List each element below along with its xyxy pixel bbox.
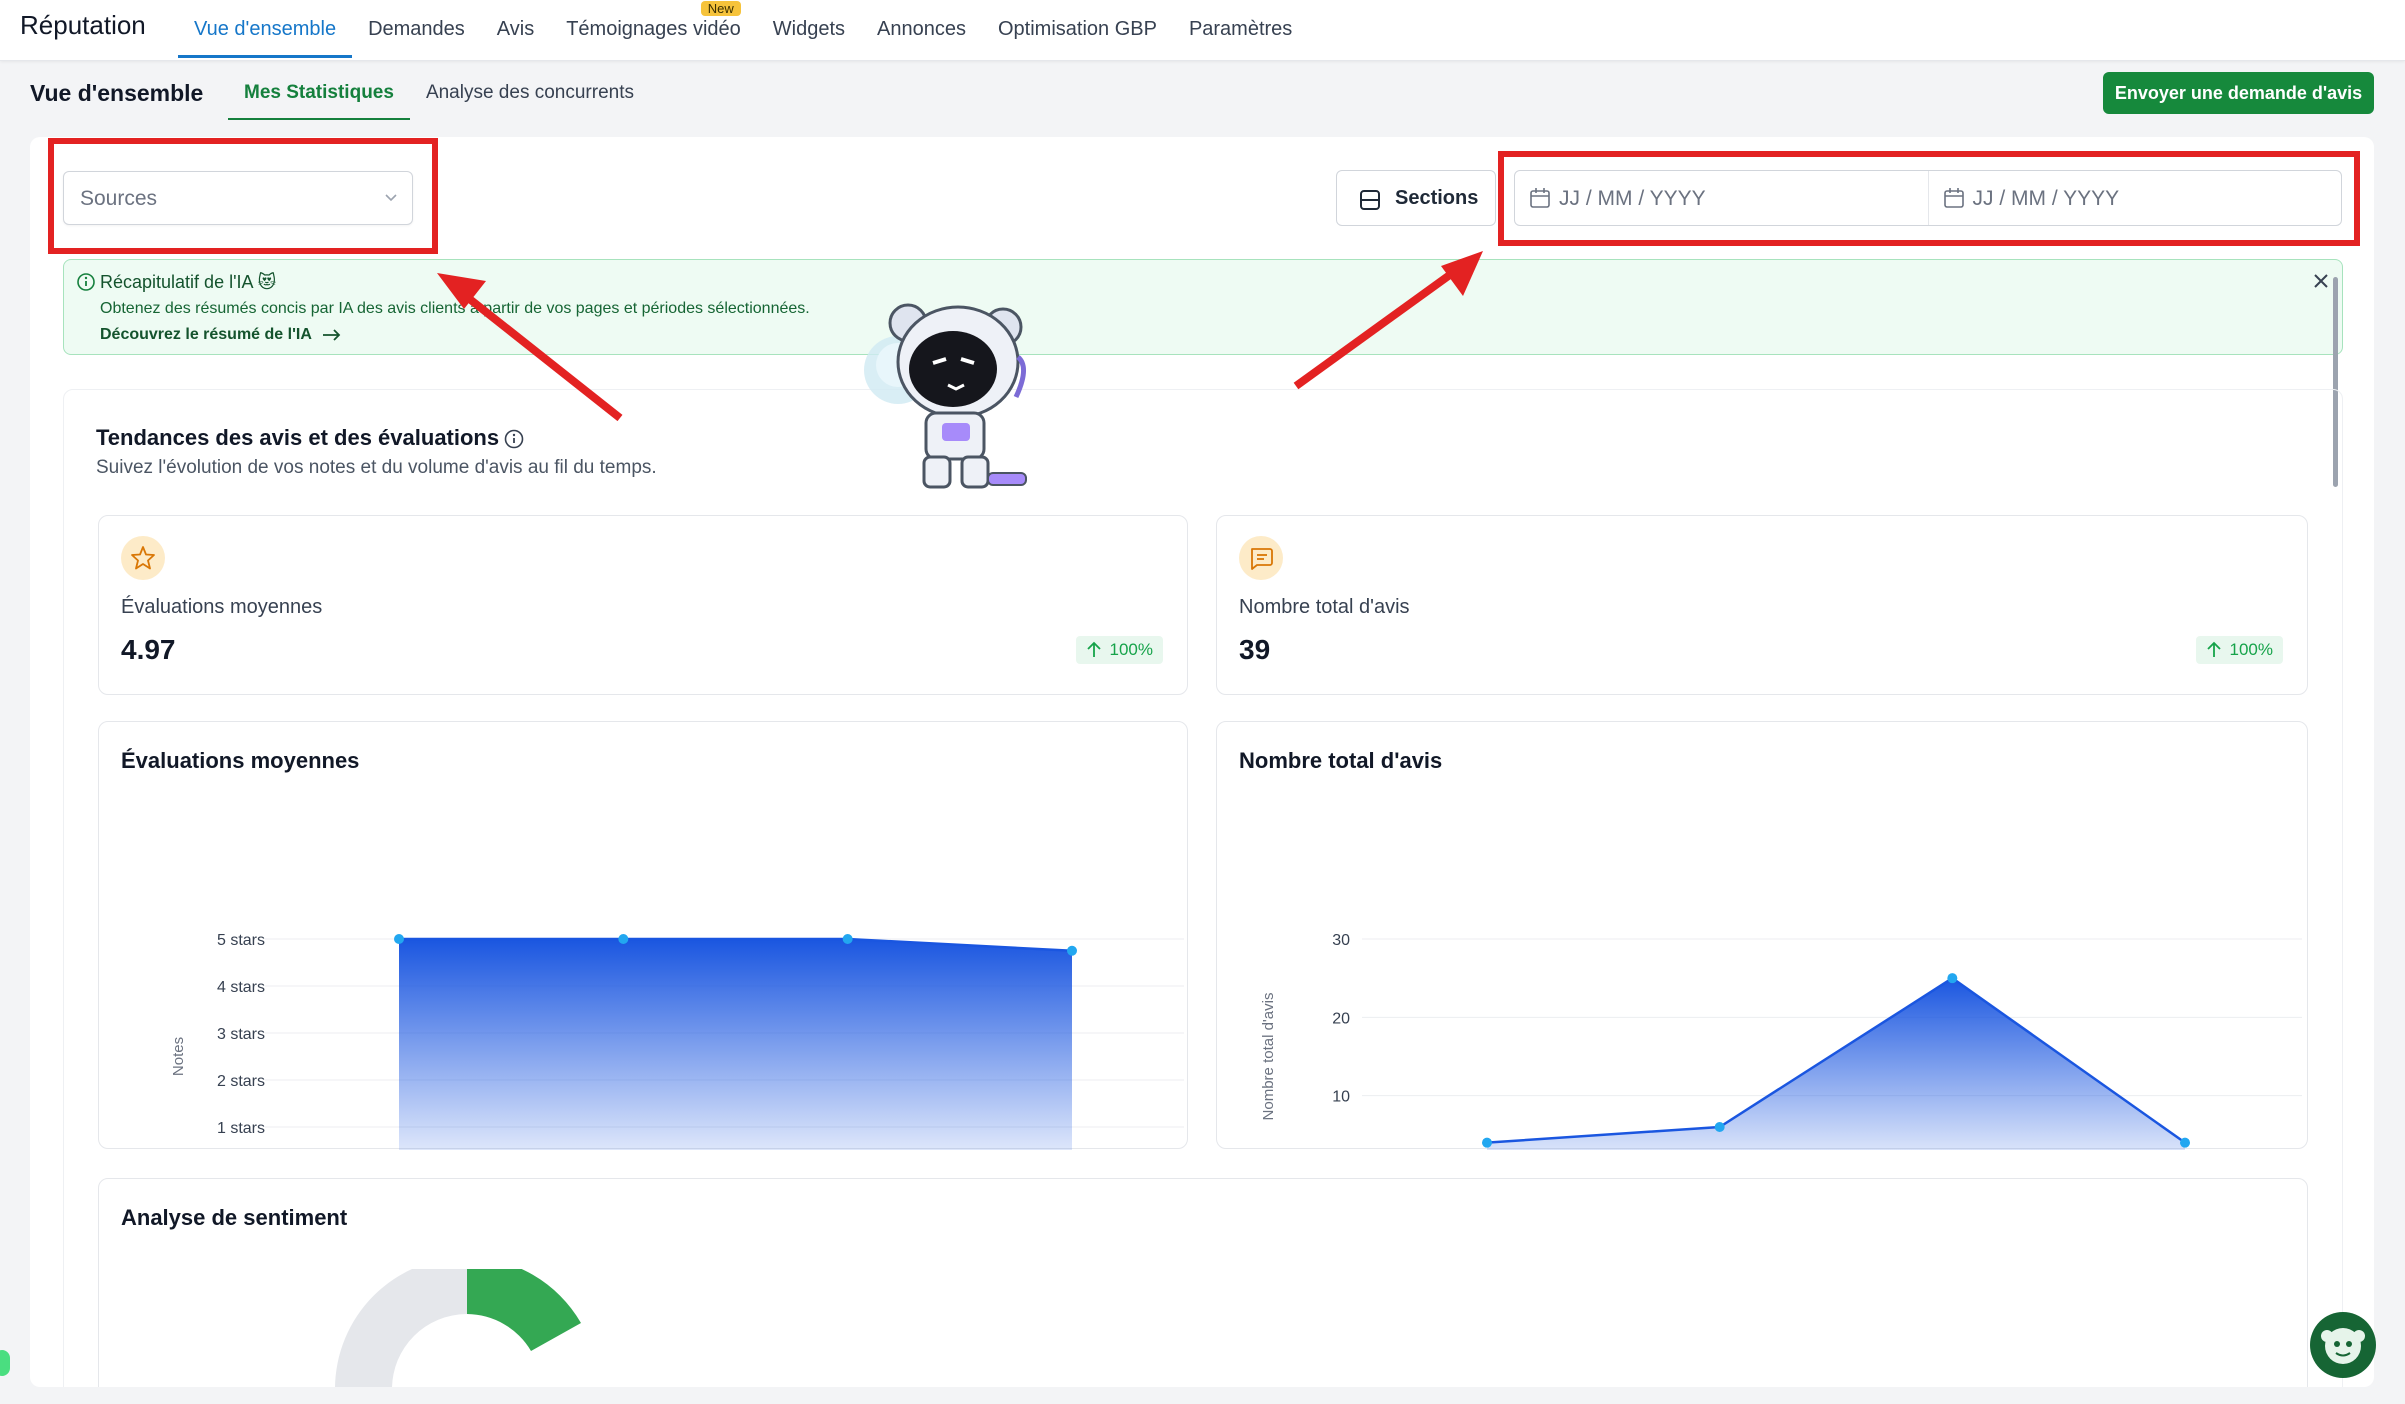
end-date-placeholder: JJ / MM / YYYY	[1972, 187, 2120, 210]
calendar-icon	[1943, 188, 1964, 208]
trends-title: Tendances des avis et des évaluations	[96, 425, 500, 450]
sources-select[interactable]: Sources	[63, 171, 413, 225]
send-review-request-button[interactable]: Envoyer une demande d'avis	[2103, 72, 2374, 114]
arrow-right-icon	[322, 329, 341, 341]
data-point	[394, 934, 404, 944]
top-nav: Réputation Vue d'ensemble Demandes Avis …	[0, 0, 2405, 61]
arrow-up-icon	[1086, 641, 1101, 657]
sentiment-title: Analyse de sentiment	[121, 1205, 348, 1230]
chart-card-total-reviews: Nombre total d'avis 01020302023202420252…	[1216, 721, 2308, 1150]
change-value: 100%	[1109, 640, 1153, 659]
robot-mascot-illustration	[864, 303, 1027, 489]
nav-tabs: Vue d'ensemble Demandes Avis Témoignages…	[178, 0, 1308, 61]
date-range-picker: JJ / MM / YYYY JJ / MM / YYYY	[1514, 170, 2342, 226]
tab-avis[interactable]: Avis	[481, 0, 550, 58]
y-tick-label: 1 stars	[217, 1120, 265, 1137]
y-tick-label: 3 stars	[217, 1026, 265, 1043]
start-date-placeholder: JJ / MM / YYYY	[1559, 187, 1706, 210]
sub-tabs: Mes Statistiques Analyse des concurrents	[228, 72, 650, 120]
tab-optimisation-gbp[interactable]: Optimisation GBP	[982, 0, 1173, 58]
chart-card-average-rating: Évaluations moyennes 01 stars2 stars3 st…	[98, 721, 1188, 1150]
tab-vue-ensemble[interactable]: Vue d'ensemble	[178, 0, 353, 58]
y-tick-label: 5 stars	[217, 932, 265, 949]
change-value: 100%	[2229, 640, 2273, 659]
ai-summary-title: Récapitulatif de l'IA 😻	[100, 272, 277, 292]
stat-value: 4.97	[121, 634, 176, 665]
data-point	[1947, 973, 1958, 984]
y-tick-label: 20	[1332, 1010, 1350, 1027]
data-point	[618, 934, 629, 944]
trends-subtitle: Suivez l'évolution de vos notes et du vo…	[96, 457, 657, 478]
tab-mes-statistiques[interactable]: Mes Statistiques	[228, 72, 410, 120]
sources-placeholder: Sources	[80, 187, 158, 210]
stat-label: Évaluations moyennes	[121, 596, 323, 618]
area-fill	[399, 939, 1072, 1150]
info-icon[interactable]	[503, 428, 525, 450]
tab-temoignages-video[interactable]: Témoignages vidéo New	[550, 0, 757, 58]
stat-value: 39	[1239, 634, 1271, 665]
data-point	[2180, 1137, 2190, 1148]
ai-summary-link[interactable]: Découvrez le résumé de l'IA	[100, 326, 342, 344]
y-tick-label: 30	[1332, 932, 1350, 949]
star-icon	[121, 536, 165, 580]
y-axis-label: Nombre total d'avis	[1260, 993, 1277, 1121]
close-icon[interactable]	[2310, 270, 2332, 292]
sentiment-card: Analyse de sentiment	[98, 1178, 2308, 1387]
stat-card-total-reviews: Nombre total d'avis 39 100%	[1216, 515, 2308, 695]
page-title: Vue d'ensemble	[30, 80, 204, 106]
data-point	[842, 934, 853, 944]
arrow-up-icon	[2206, 641, 2221, 657]
end-date-input[interactable]: JJ / MM / YYYY	[1927, 171, 2342, 225]
tab-annonces[interactable]: Annonces	[861, 0, 982, 58]
start-date-input[interactable]: JJ / MM / YYYY	[1515, 171, 1928, 225]
layout-icon	[1360, 190, 1380, 210]
stat-card-average-rating: Évaluations moyennes 4.97 100%	[98, 515, 1188, 695]
new-badge: New	[700, 1, 741, 16]
average-rating-chart: 01 stars2 stars3 stars4 stars5 stars2023…	[170, 932, 1184, 1150]
change-badge: 100%	[2195, 636, 2283, 664]
ai-summary-banner: Récapitulatif de l'IA 😻 Obtenez des résu…	[63, 259, 2343, 355]
support-chat-button[interactable]	[2310, 1312, 2376, 1378]
mascot-icon	[2321, 1328, 2365, 1364]
change-badge: 100%	[1075, 636, 1163, 664]
sections-label: Sections	[1395, 187, 1479, 209]
status-dot	[0, 1350, 10, 1376]
tab-temoignages-label: Témoignages vidéo	[566, 18, 741, 40]
brand-title: Réputation	[20, 10, 146, 40]
gauge-positive-segment	[467, 1269, 581, 1351]
y-tick-label: 4 stars	[217, 979, 265, 996]
calendar-icon	[1530, 188, 1550, 208]
sections-button[interactable]: Sections	[1336, 170, 1496, 226]
tab-widgets[interactable]: Widgets	[757, 0, 861, 58]
data-point	[1714, 1122, 1725, 1132]
area-fill	[1487, 978, 2185, 1150]
sentiment-gauge	[335, 1269, 581, 1387]
ai-summary-link-label: Découvrez le résumé de l'IA	[100, 326, 312, 343]
total-reviews-chart: 01020302023202420252026AnnéeNombre total…	[1260, 932, 2302, 1150]
message-icon	[1239, 536, 1283, 580]
ai-summary-description: Obtenez des résumés concis par IA des av…	[100, 300, 810, 317]
chevron-down-icon	[385, 194, 397, 202]
stat-label: Nombre total d'avis	[1239, 596, 1410, 618]
info-icon	[77, 273, 95, 291]
tab-parametres[interactable]: Paramètres	[1173, 0, 1308, 58]
y-tick-label: 10	[1332, 1089, 1350, 1106]
tab-demandes[interactable]: Demandes	[352, 0, 481, 58]
data-point	[1482, 1137, 1492, 1148]
tab-analyse-concurrents[interactable]: Analyse des concurrents	[410, 72, 650, 120]
gauge-neutral-segment	[335, 1269, 467, 1387]
y-tick-label: 2 stars	[217, 1073, 265, 1090]
main-panel: Sources Sections JJ / MM / YYYY JJ / MM …	[30, 137, 2374, 1387]
data-point	[1067, 945, 1077, 956]
y-axis-label: Notes	[170, 1037, 187, 1076]
